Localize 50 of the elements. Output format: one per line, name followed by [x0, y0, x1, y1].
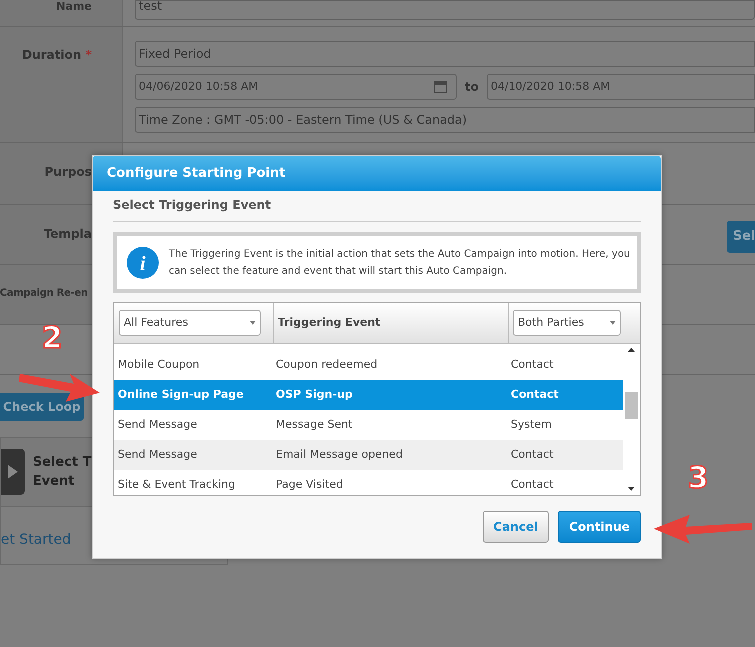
check-loop-button[interactable]: Check Loop [0, 393, 84, 421]
table-cell-text: Contact [510, 476, 554, 493]
caret-icon [250, 321, 256, 325]
table-cell-text: Send Message [117, 446, 198, 463]
date-separator: to [465, 79, 479, 96]
get-started-link[interactable]: et Started [1, 532, 72, 548]
step-number: 3 [688, 462, 709, 496]
start-date-field[interactable]: 04/06/2020 10:58 AM [135, 74, 457, 100]
table-cell-text: Contact [510, 386, 559, 403]
feature-filter-select[interactable]: All Features [119, 310, 261, 336]
time-zone-select[interactable]: Time Zone : GMT -05:00 - Eastern Time (US & Canada) [135, 107, 755, 133]
continue-button[interactable]: Continue [558, 511, 641, 543]
table-cell-text: Contact [510, 446, 554, 463]
table-cell-text: Coupon redeemed [275, 356, 379, 373]
cancel-button[interactable]: Cancel [482, 511, 550, 543]
table-cell-text: Page Visited [275, 476, 344, 493]
field-label: Duration * [22, 47, 92, 64]
party-filter-select[interactable]: Both Parties [513, 310, 621, 336]
table-cell-text: System [510, 416, 552, 433]
select-button[interactable]: Sel [727, 221, 755, 253]
info-icon: i [127, 246, 159, 278]
field-label: Campaign Re-en [0, 287, 88, 301]
caret-icon [610, 321, 616, 325]
section-title: Select Triggering Event [113, 197, 272, 214]
table-row[interactable]: Send Message Email Message opened Contact [114, 440, 623, 470]
scrollbar-thumb[interactable] [625, 392, 638, 419]
table-cell-text: Contact [510, 356, 554, 373]
field-label: Templa [44, 226, 92, 243]
column-header: Triggering Event [278, 314, 381, 331]
scroll-up-icon[interactable] [628, 348, 635, 352]
table-cell-text: Mobile Coupon [117, 356, 201, 373]
table-cell-text: OSP Sign-up [275, 386, 354, 403]
dialog-title: Configure Starting Point [107, 164, 286, 183]
field-label: Purpos [44, 164, 92, 181]
step-number: 2 [42, 322, 63, 356]
table-cell-text: Message Sent [275, 416, 354, 433]
info-text: The Triggering Event is the initial action that sets the Auto Campaign into motion. Here, you can select the feature and event that will start this Auto Campaign. [169, 248, 632, 278]
end-date-field[interactable]: 04/10/2020 10:58 AM [486, 74, 755, 100]
period-select[interactable]: Fixed Period [135, 41, 755, 67]
step-title: Select T Event [33, 454, 92, 491]
table-cell-text: Email Message opened [275, 446, 404, 463]
table-cell-text: Online Sign-up Page [117, 386, 245, 403]
table-cell-text: Site & Event Tracking [117, 476, 236, 493]
table-row[interactable]: Online Sign-up Page OSP Sign-up Contact [114, 380, 623, 410]
field-label: Name [56, 0, 92, 15]
table-cell-text: Send Message [117, 416, 198, 433]
calendar-icon[interactable] [434, 80, 448, 94]
scroll-down-icon[interactable] [628, 487, 635, 491]
play-icon [1, 449, 25, 495]
name-field[interactable]: test [135, 0, 755, 20]
